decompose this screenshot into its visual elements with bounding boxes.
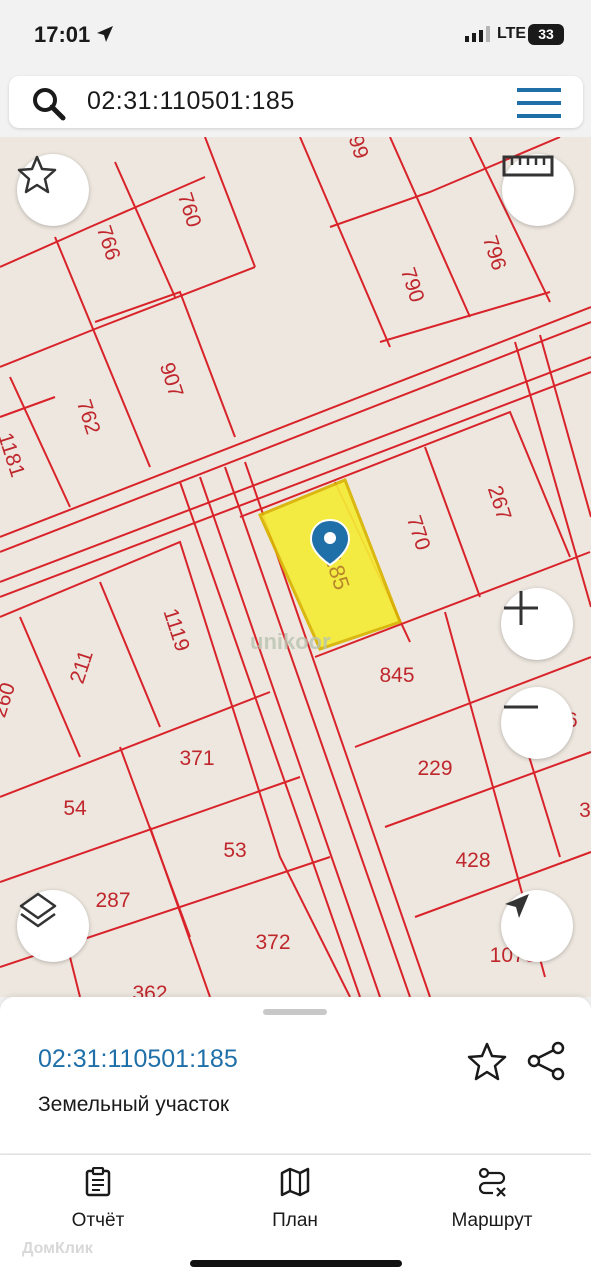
parcel-label: 54 (63, 797, 87, 820)
minus-icon (504, 705, 538, 709)
map-icon (280, 1167, 310, 1197)
parcel-info-sheet[interactable]: 02:31:110501:185 Земельный участок (0, 997, 591, 1153)
parcel-label: 428 (455, 849, 490, 872)
favorite-star-icon[interactable] (467, 1041, 507, 1081)
tab-plan-label: План (272, 1210, 318, 1231)
cadastral-map[interactable]: 766 760 99 796 790 762 907 1181 770 267 … (0, 137, 591, 997)
star-icon (17, 155, 57, 194)
network-type: LTE (497, 25, 527, 42)
status-bar: 17:01 LTE 33 (0, 0, 591, 70)
my-location-button[interactable] (501, 890, 573, 962)
layers-icon (19, 892, 57, 928)
tab-report-label: Отчёт (71, 1210, 125, 1231)
search-input[interactable]: 02:31:110501:185 (87, 87, 295, 116)
parcel-type: Земельный участок (38, 1093, 230, 1116)
home-indicator[interactable] (190, 1260, 402, 1267)
parcel-label: 3 (579, 799, 591, 822)
ruler-icon (502, 155, 554, 177)
parcel-label: 53 (223, 839, 246, 862)
search-bar[interactable]: 02:31:110501:185 (9, 76, 583, 128)
tab-report[interactable]: Отчёт (55, 1166, 141, 1232)
plus-icon (504, 591, 538, 625)
tab-route-label: Маршрут (451, 1210, 533, 1231)
battery-indicator: 33 (528, 24, 564, 45)
sheet-drag-handle[interactable] (263, 1009, 327, 1015)
parcel-label: 796 (478, 233, 511, 273)
location-arrow-icon (97, 26, 113, 42)
parcel-id: 02:31:110501:185 (38, 1045, 238, 1073)
parcel-label: 229 (417, 757, 452, 780)
parcel-label: 371 (179, 747, 214, 770)
hamburger-menu-icon[interactable] (517, 88, 561, 118)
tab-plan[interactable]: План (255, 1167, 335, 1232)
search-icon[interactable] (31, 86, 67, 122)
parcel-label: 907 (155, 360, 188, 400)
parcel-label: 267 (483, 483, 516, 523)
tab-route[interactable]: Маршрут (440, 1167, 544, 1232)
parcel-label: 260 (0, 680, 20, 720)
map-watermark: unikoor (250, 629, 331, 654)
ruler-button[interactable] (502, 154, 574, 226)
parcel-label: 766 (92, 223, 125, 263)
layers-button[interactable] (17, 890, 89, 962)
signal-icon (465, 26, 490, 42)
parcel-label: 372 (255, 931, 290, 954)
parcel-label: 1181 (0, 430, 29, 480)
parcel-label: 362 (132, 982, 167, 997)
parcel-label: 770 (402, 513, 435, 553)
parcel-label: 287 (95, 889, 130, 912)
map-canvas[interactable]: 766 760 99 796 790 762 907 1181 770 267 … (0, 137, 591, 997)
status-time: 17:01 (34, 22, 91, 47)
parcel-label: 211 (66, 648, 98, 687)
zoom-in-button[interactable] (501, 588, 573, 660)
zoom-out-button[interactable] (501, 687, 573, 759)
parcel-label: 99 (344, 137, 373, 162)
navigation-arrow-icon (505, 894, 529, 918)
clipboard-icon (85, 1166, 111, 1197)
parcel-label: 790 (396, 265, 429, 305)
footer-watermark: ДомКлик (22, 1240, 93, 1257)
route-icon (478, 1167, 506, 1197)
parcel-label: 845 (379, 664, 414, 687)
parcel-label: 762 (72, 397, 105, 437)
parcel-label: 760 (173, 190, 206, 230)
parcel-label: 1119 (159, 606, 194, 655)
share-icon[interactable] (526, 1041, 566, 1081)
favorite-map-button[interactable] (17, 154, 89, 226)
